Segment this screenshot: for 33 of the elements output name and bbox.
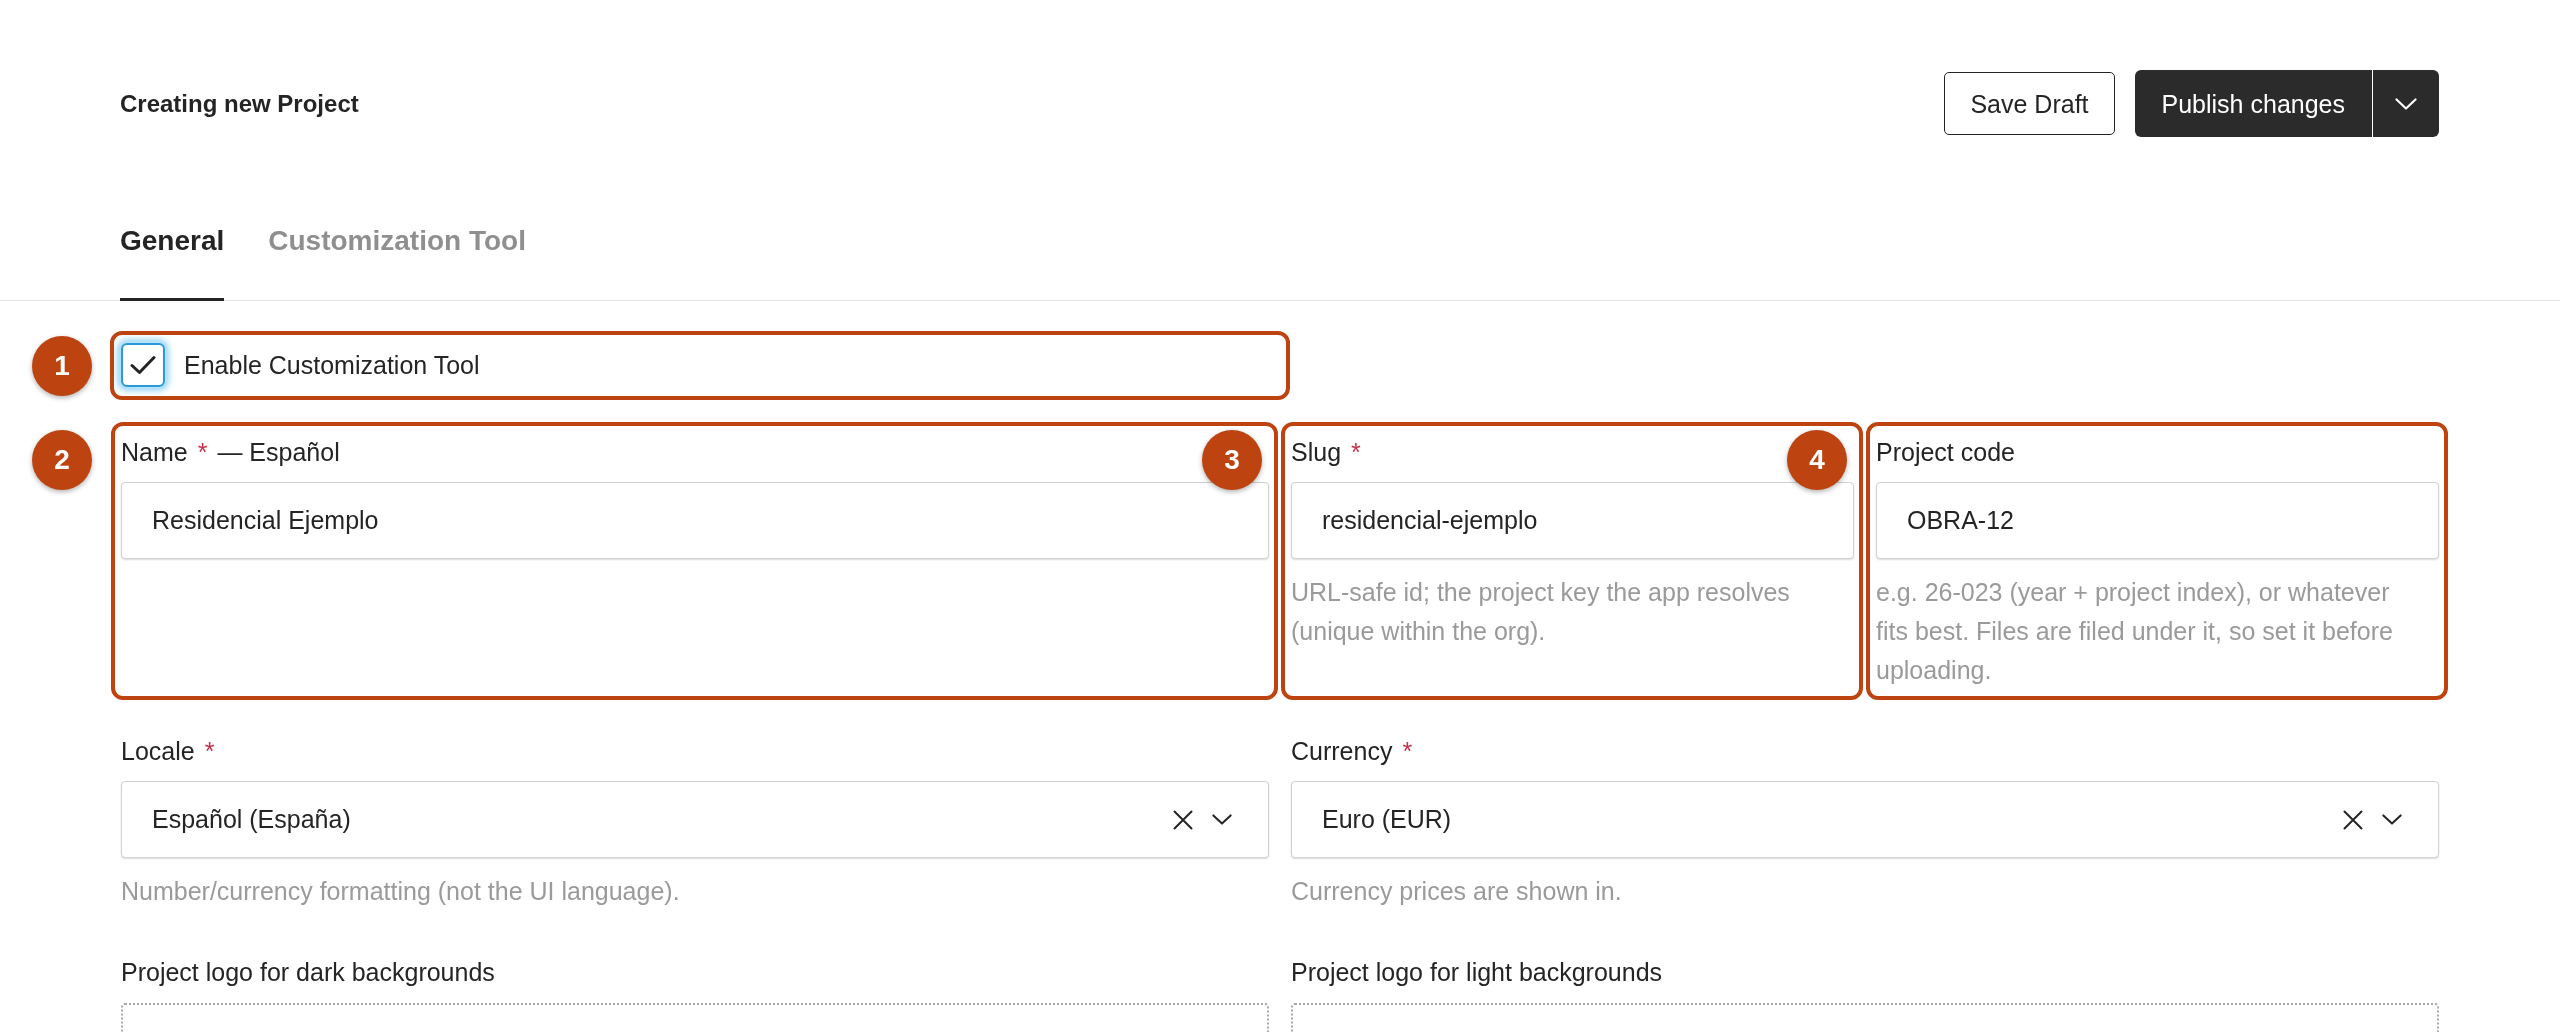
field-label: Currency * <box>1291 736 1414 767</box>
field-label: Slug * <box>1291 437 1362 468</box>
help-text: URL-safe id; the project key the app resolves (unique within the org). <box>1291 577 1791 647</box>
field-label: Project logo for dark backgrounds <box>121 957 495 988</box>
tab[interactable]: General <box>120 221 225 301</box>
text-input[interactable]: residencial-ejemplo <box>1291 482 1854 559</box>
publish-button[interactable]: Publish changes <box>2134 70 2372 137</box>
chevron-down-icon <box>1212 814 1232 825</box>
text-input[interactable]: OBRA-12 <box>1876 482 2439 559</box>
annotation-badge: 3 <box>1202 430 1262 490</box>
field-label: Project logo for light backgrounds <box>1291 957 1663 988</box>
save-draft-button[interactable]: Save Draft <box>1944 72 2115 135</box>
clear-icon[interactable] <box>2343 809 2363 830</box>
dropdown-button[interactable] <box>2372 70 2439 137</box>
field-label: Locale * <box>121 736 216 767</box>
select-field[interactable]: Español (España) <box>121 781 1269 858</box>
checkmark-icon <box>130 355 156 375</box>
field-label: Name * — Español <box>121 437 340 468</box>
annotation-badge: 2 <box>32 430 92 490</box>
help-text: Currency prices are shown in. <box>1291 876 1623 907</box>
annotation-badge: 1 <box>32 336 92 396</box>
help-text: e.g. 26-023 (year + project index), or whatever fits best. Files are filed under it, so set it before uploading. <box>1876 577 2394 686</box>
page-title: Creating new Project <box>120 88 359 119</box>
select-field[interactable]: Euro (EUR) <box>1291 781 2439 858</box>
field-label: Project code <box>1876 437 2015 468</box>
annotation-badge: 4 <box>1787 430 1847 490</box>
clear-icon[interactable] <box>1173 809 1193 830</box>
text-input[interactable]: Residencial Ejemplo <box>121 482 1269 559</box>
help-text: Number/currency formatting (not the UI language). <box>121 876 681 907</box>
chevron-down-icon <box>2382 814 2402 825</box>
checkbox-label: Enable Customization Tool <box>184 350 480 381</box>
checkbox[interactable] <box>121 343 165 387</box>
chevron-down-icon <box>2395 97 2417 110</box>
